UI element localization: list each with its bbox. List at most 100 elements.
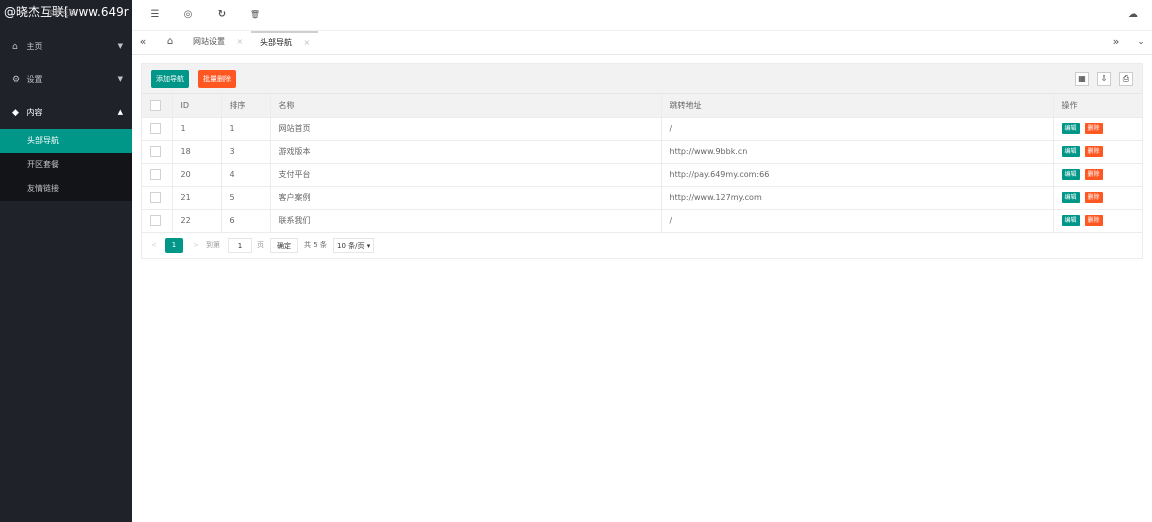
cell-url: / (661, 209, 1054, 233)
table-row: 22 6 联系我们 / 编辑 删除 (142, 209, 1142, 233)
tabs-scroll-left-icon[interactable]: « (132, 31, 154, 54)
columns-filter-icon[interactable]: ▦ (1075, 72, 1089, 86)
goto-page-input[interactable]: 1 (228, 238, 252, 253)
cell-sort: 6 (221, 209, 271, 233)
select-all-checkbox[interactable] (150, 99, 161, 111)
cell-sort: 3 (221, 140, 271, 164)
row-checkbox[interactable] (150, 169, 161, 180)
header-checkbox-cell (142, 94, 173, 118)
cell-name: 网站首页 (270, 117, 662, 141)
table-row: 1 1 网站首页 / 编辑 删除 (142, 117, 1142, 141)
submenu-item-friend-links[interactable]: 友情链接 (0, 177, 132, 201)
goto-label: 到第 (206, 241, 220, 249)
menu-item-label: 设置 (26, 75, 43, 84)
submenu-content: 头部导航 开区套餐 友情链接 (0, 129, 132, 201)
next-page-icon[interactable]: > (193, 238, 199, 253)
edit-button[interactable]: 编辑 (1061, 192, 1080, 203)
row-checkbox[interactable] (150, 123, 161, 134)
table-header-row: ID 排序 名称 跳转地址 操作 (142, 94, 1142, 118)
cell-name: 联系我们 (270, 209, 662, 233)
menu-item-label: 内容 (26, 108, 43, 117)
chevron-down-icon: ▼ (117, 75, 123, 83)
chevron-down-icon: ▼ (117, 42, 123, 50)
close-icon[interactable]: × (237, 37, 244, 46)
menu-item-label: 主页 (26, 42, 43, 51)
chevron-up-icon: ▲ (117, 108, 123, 116)
cell-url: http://www.9bbk.cn (661, 140, 1054, 164)
cell-name: 游戏版本 (270, 140, 662, 164)
menu-toggle-icon[interactable]: ☰ (148, 8, 162, 22)
cell-sort: 5 (221, 186, 271, 210)
delete-button[interactable]: 删除 (1084, 169, 1103, 180)
submenu-item-server-packages[interactable]: 开区套餐 (0, 153, 132, 177)
close-icon[interactable]: × (304, 38, 311, 47)
batch-delete-button[interactable]: 批量删除 (198, 70, 236, 88)
header-actions: 操作 (1053, 94, 1142, 118)
diamond-icon: ◆ (12, 108, 19, 118)
cell-id: 20 (172, 163, 222, 187)
row-checkbox[interactable] (150, 192, 161, 203)
edit-button[interactable]: 编辑 (1061, 123, 1080, 134)
theme-icon[interactable]: ☁ (1126, 8, 1140, 22)
cell-id: 18 (172, 140, 222, 164)
edit-button[interactable]: 编辑 (1061, 169, 1080, 180)
row-checkbox-cell (142, 186, 173, 210)
header-name: 名称 (270, 94, 662, 118)
tab-label: 头部导航 (260, 38, 292, 47)
cell-url: / (661, 117, 1054, 141)
cell-id: 21 (172, 186, 222, 210)
row-checkbox-cell (142, 209, 173, 233)
total-count: 共 5 条 (304, 241, 327, 249)
top-header: ☰ ◎ ↻ 🗑 ☁ (132, 0, 1152, 31)
submenu-item-header-nav[interactable]: 头部导航 (0, 129, 132, 153)
tab-header-nav[interactable]: 头部导航 × (251, 31, 318, 54)
cell-sort: 1 (221, 117, 271, 141)
menu-item-content[interactable]: ◆ 内容 ▲ (0, 96, 132, 129)
tab-site-settings[interactable]: 网站设置 × (184, 31, 243, 54)
delete-button[interactable]: 删除 (1084, 192, 1103, 203)
row-checkbox[interactable] (150, 215, 161, 226)
trash-icon[interactable]: 🗑 (248, 8, 262, 22)
page-unit-label: 页 (257, 241, 264, 249)
menu-item-home[interactable]: ⌂ 主页 ▼ (0, 30, 132, 63)
delete-button[interactable]: 删除 (1084, 123, 1103, 134)
table-row: 20 4 支付平台 http://pay.649my.com:66 编辑 删除 (142, 163, 1142, 187)
header-url: 跳转地址 (661, 94, 1054, 118)
goto-confirm-button[interactable]: 确定 (270, 238, 298, 253)
cell-name: 客户案例 (270, 186, 662, 210)
sidebar: @晓杰互联[www.649r 晓杰互联 ⌂ 主页 ▼ ⚙ 设置 ▼ ◆ 内容 ▲… (0, 0, 132, 522)
row-checkbox[interactable] (150, 146, 161, 157)
print-icon[interactable]: ⎙ (1119, 72, 1133, 86)
logo-subtitle: 晓杰互联 (48, 9, 76, 17)
page-size-select[interactable]: 10 条/页 ▾ (333, 238, 375, 253)
globe-icon[interactable]: ◎ (181, 8, 195, 22)
row-checkbox-cell (142, 117, 173, 141)
gear-icon: ⚙ (12, 75, 21, 85)
cell-actions: 编辑 删除 (1053, 117, 1142, 141)
tabs-scroll-right-icon[interactable]: » (1105, 31, 1127, 54)
delete-button[interactable]: 删除 (1084, 146, 1103, 157)
tab-bar: « ⌂ 网站设置 × 头部导航 × » ⌄ (132, 31, 1152, 55)
row-checkbox-cell (142, 163, 173, 187)
edit-button[interactable]: 编辑 (1061, 215, 1080, 226)
refresh-icon[interactable]: ↻ (215, 8, 229, 22)
table-row: 18 3 游戏版本 http://www.9bbk.cn 编辑 删除 (142, 140, 1142, 164)
export-icon[interactable]: ⇩ (1097, 72, 1111, 86)
cell-url: http://www.127my.com (661, 186, 1054, 210)
nav-table: ID 排序 名称 跳转地址 操作 1 1 网站首页 / 编辑 删除 18 3 游戏… (142, 94, 1142, 233)
header-sort: 排序 (221, 94, 271, 118)
cell-id: 22 (172, 209, 222, 233)
current-page-button[interactable]: 1 (165, 238, 183, 253)
cell-name: 支付平台 (270, 163, 662, 187)
add-nav-button[interactable]: 添加导航 (151, 70, 189, 88)
edit-button[interactable]: 编辑 (1061, 146, 1080, 157)
chevron-down-icon[interactable]: ⌄ (1130, 31, 1152, 54)
home-tab-icon[interactable]: ⌂ (159, 31, 181, 54)
data-table-card: 添加导航 批量删除 ▦ ⇩ ⎙ ID 排序 名称 跳转地址 操作 1 1 网站首… (141, 63, 1143, 259)
prev-page-icon[interactable]: < (151, 238, 157, 253)
menu-item-settings[interactable]: ⚙ 设置 ▼ (0, 63, 132, 96)
delete-button[interactable]: 删除 (1084, 215, 1103, 226)
page-size-value: 10 条/页 (337, 242, 365, 250)
pagination: < 1 > 到第 1 页 确定 共 5 条 10 条/页 ▾ (142, 234, 1142, 258)
cell-id: 1 (172, 117, 222, 141)
